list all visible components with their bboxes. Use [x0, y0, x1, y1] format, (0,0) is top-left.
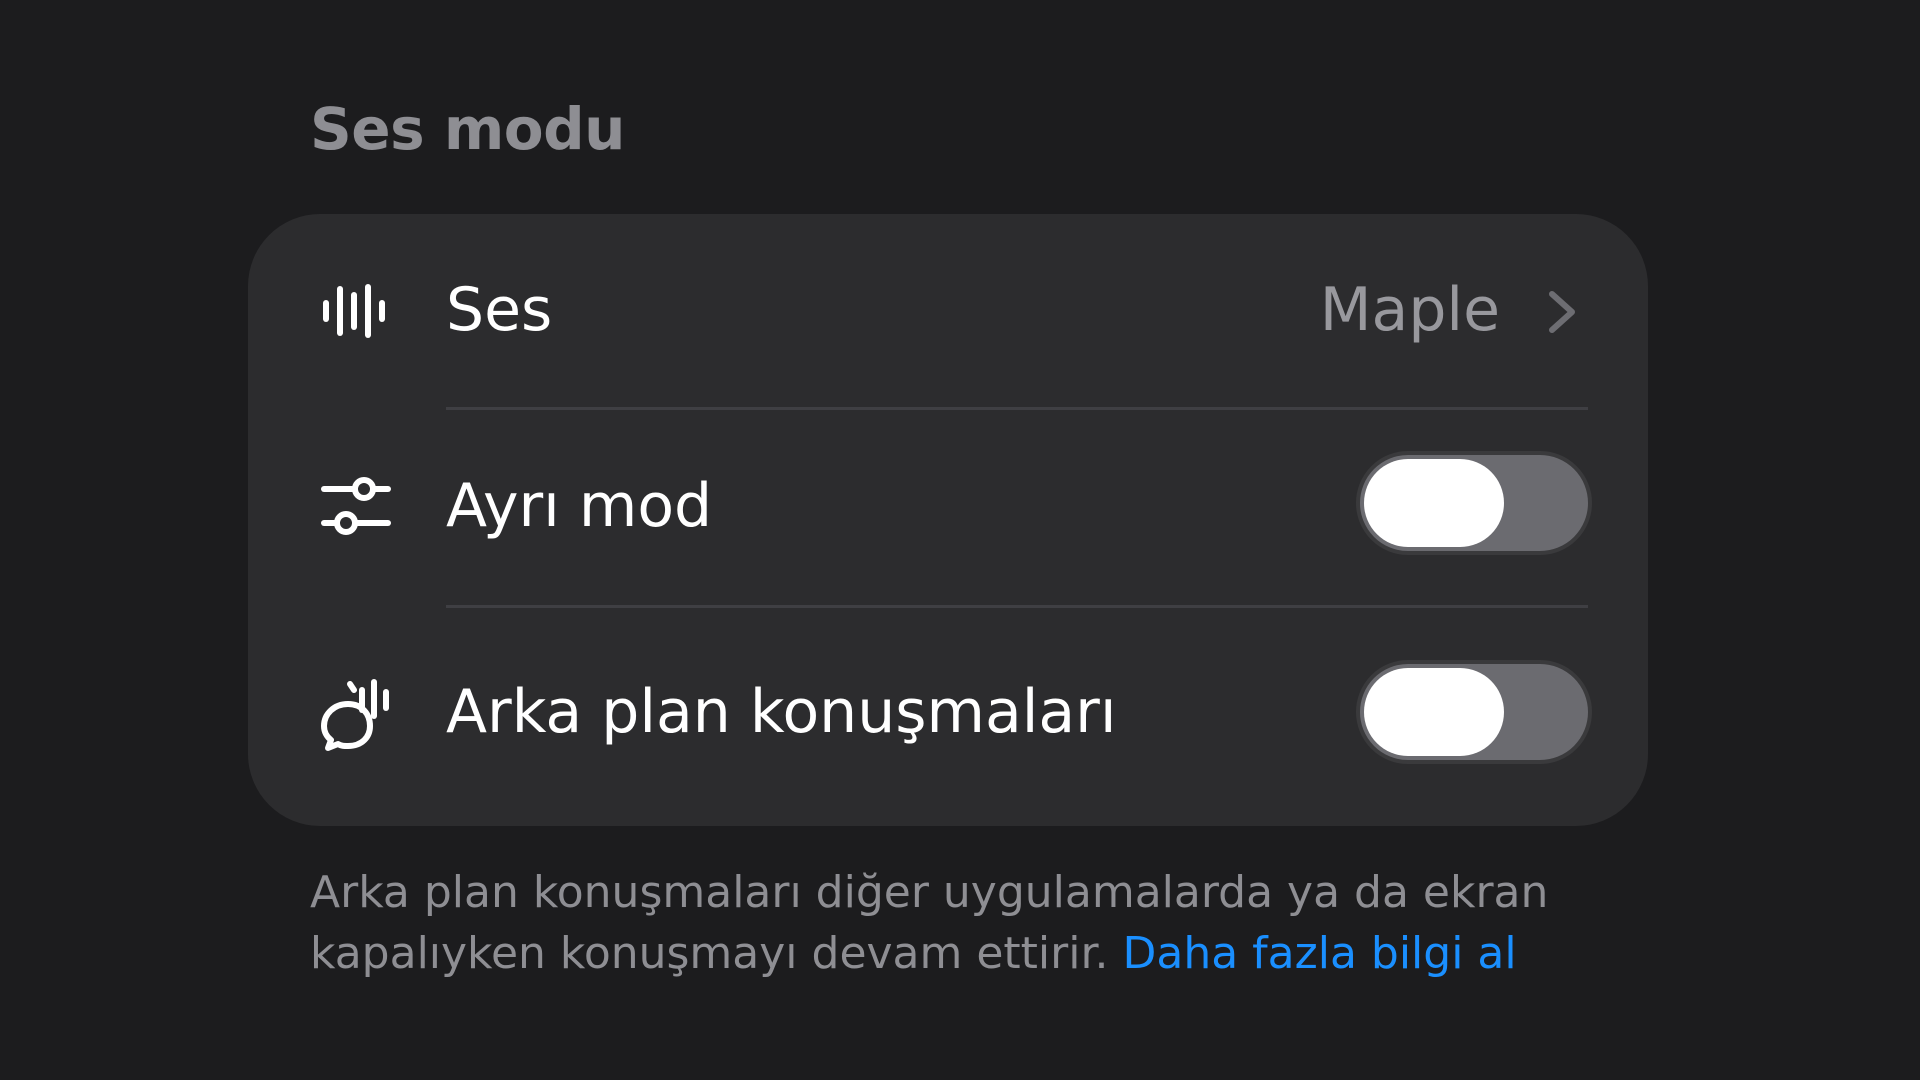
voice-row[interactable]: Ses Maple: [248, 214, 1648, 408]
voice-row-label: Ses: [446, 275, 553, 345]
waveform-icon: [323, 284, 385, 338]
learn-more-link[interactable]: Daha fazla bilgi al: [1123, 928, 1517, 979]
separate-mode-toggle[interactable]: [1356, 451, 1592, 555]
chevron-right-icon: [1549, 291, 1575, 333]
footer-description: Arka plan konuşmaları diğer uygulamalard…: [310, 862, 1630, 984]
background-conversations-label: Arka plan konuşmaları: [446, 677, 1117, 747]
toggle-knob: [1364, 459, 1504, 547]
section-title: Ses modu: [310, 95, 625, 163]
settings-card: Ses Maple Ayrı mod Arka plan konuşmaları: [248, 214, 1648, 826]
background-conversations-toggle[interactable]: [1356, 660, 1592, 764]
voice-mode-settings-screen: Ses modu Ses Maple Ayrı mod Arka plan ko…: [0, 0, 1920, 1080]
background-conversations-row: Arka plan konuşmaları: [248, 606, 1648, 826]
background-chat-icon: [321, 679, 389, 751]
sliders-icon: [321, 477, 391, 535]
separate-mode-row: Ayrı mod: [248, 408, 1648, 606]
separate-mode-label: Ayrı mod: [446, 471, 713, 541]
voice-row-value: Maple: [1319, 275, 1500, 345]
toggle-knob: [1364, 668, 1504, 756]
